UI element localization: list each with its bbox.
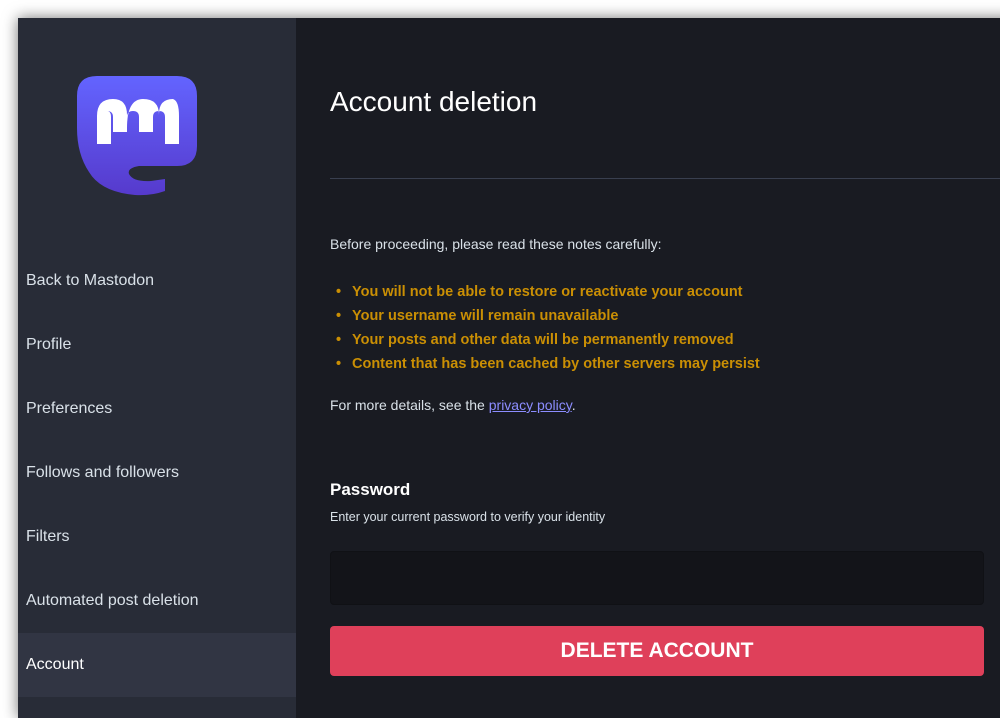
bullet-icon: •: [336, 308, 342, 324]
warning-text: Content that has been cached by other se…: [352, 356, 760, 372]
settings-window: Back to Mastodon Profile Preferences Fol…: [18, 18, 1000, 718]
details-prefix: For more details, see the: [330, 397, 489, 413]
page-title: Account deletion: [330, 86, 538, 117]
details-suffix: .: [571, 397, 576, 413]
sidebar-item-preferences[interactable]: Preferences: [18, 385, 296, 433]
list-item: • Your posts and other data will be perma…: [336, 328, 760, 352]
sidebar: Back to Mastodon Profile Preferences Fol…: [18, 18, 296, 718]
sidebar-item-profile[interactable]: Profile: [18, 321, 296, 369]
warning-list: • You will not be able to restore or reac…: [336, 280, 760, 376]
warning-text: Your posts and other data will be perman…: [352, 332, 734, 348]
sidebar-item-account[interactable]: Account: [18, 633, 296, 697]
warning-text: Your username will remain unavailable: [352, 308, 619, 324]
delete-account-button[interactable]: DELETE ACCOUNT: [330, 626, 984, 676]
details-text: For more details, see the privacy policy…: [330, 397, 576, 413]
privacy-policy-link[interactable]: privacy policy: [489, 397, 572, 413]
sidebar-item-follows-and-followers[interactable]: Follows and followers: [18, 449, 296, 497]
list-item: • Your username will remain unavailable: [336, 304, 760, 328]
sidebar-item-automated-post-deletion[interactable]: Automated post deletion: [18, 577, 296, 625]
password-hint: Enter your current password to verify yo…: [330, 510, 606, 524]
divider: [330, 178, 1000, 179]
warning-text: You will not be able to restore or react…: [352, 284, 743, 300]
main-content: Account deletion Before proceeding, plea…: [296, 18, 1000, 718]
sidebar-item-back-to-mastodon[interactable]: Back to Mastodon: [18, 257, 296, 305]
password-field[interactable]: [330, 551, 984, 605]
intro-text: Before proceeding, please read these not…: [330, 236, 662, 252]
bullet-icon: •: [336, 356, 342, 372]
list-item: • You will not be able to restore or reac…: [336, 280, 760, 304]
bullet-icon: •: [336, 284, 342, 300]
mastodon-logo-icon[interactable]: [73, 72, 201, 196]
password-label: Password: [330, 480, 411, 499]
sidebar-item-filters[interactable]: Filters: [18, 513, 296, 561]
bullet-icon: •: [336, 332, 342, 348]
list-item: • Content that has been cached by other s…: [336, 352, 760, 376]
